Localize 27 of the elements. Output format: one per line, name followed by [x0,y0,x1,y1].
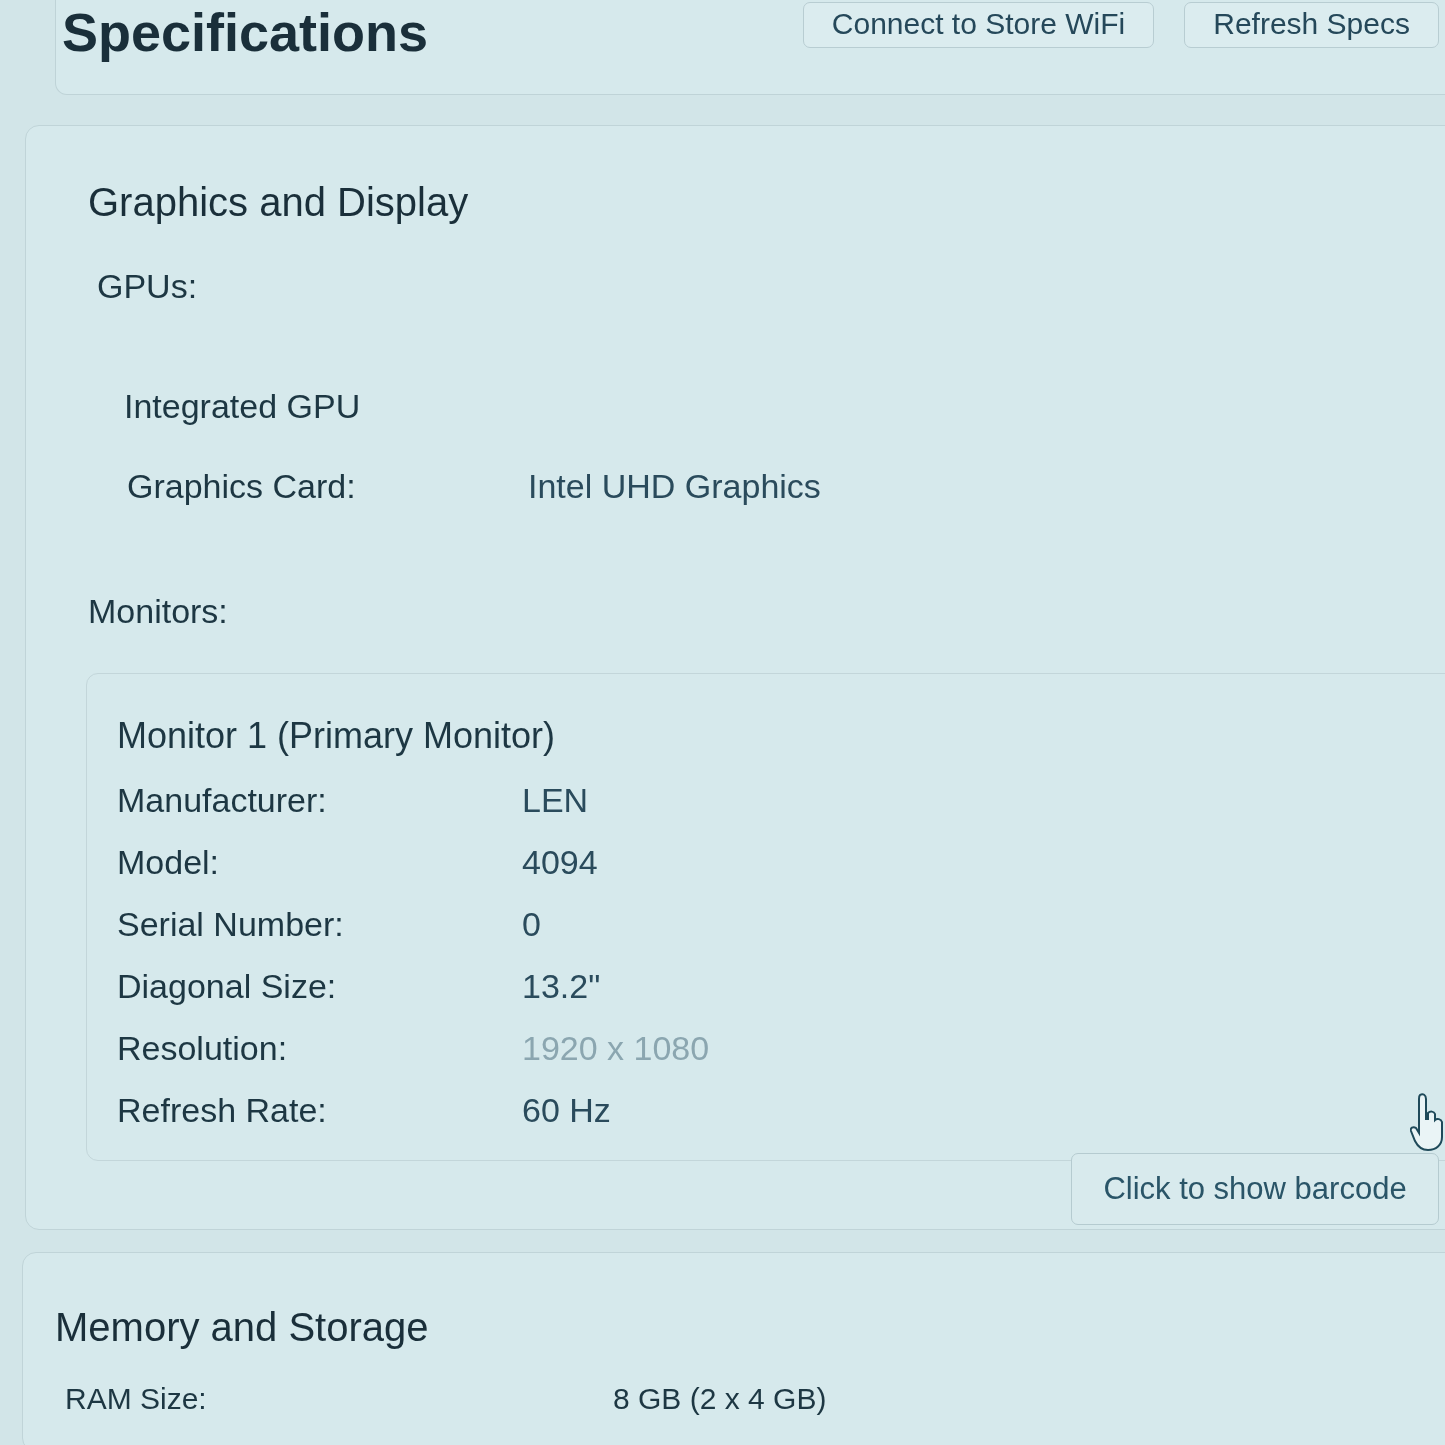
field-value: Intel UHD Graphics [528,466,821,506]
section-title: Graphics and Display [88,179,469,226]
show-barcode-button[interactable]: Click to show barcode [1071,1153,1439,1225]
gpu-name: Integrated GPU [124,386,361,426]
header-button[interactable]: Connect to Store WiFi [802,2,1155,48]
field-value: 60 Hz [522,1090,611,1130]
field-label: Resolution: [117,1028,288,1068]
field-label: Serial Number: [117,904,344,944]
field-value: 4094 [522,842,598,882]
field-value: LEN [522,780,589,820]
page-title: Specifications [62,2,429,62]
field-label: Model: [117,842,220,882]
monitors-label: Monitors: [88,591,228,631]
field-value: 13.2" [522,966,601,1006]
field-label: Diagonal Size: [117,966,337,1006]
field-label: Refresh Rate: [117,1090,327,1130]
field-label: Graphics Card: [127,466,356,506]
field-value: 0 [522,904,541,944]
field-label: Manufacturer: [117,780,327,820]
field-value: 1920 x 1080 [522,1028,710,1068]
section-title: Memory and Storage [55,1304,429,1351]
monitor-title: Monitor 1 (Primary Monitor) [117,714,556,758]
header-button[interactable]: Refresh Specs [1184,2,1439,48]
gpus-label: GPUs: [97,266,198,306]
hand-cursor-icon [1410,1093,1444,1151]
field-label: RAM Size: [65,1381,207,1417]
field-value: 8 GB (2 x 4 GB) [613,1381,827,1417]
